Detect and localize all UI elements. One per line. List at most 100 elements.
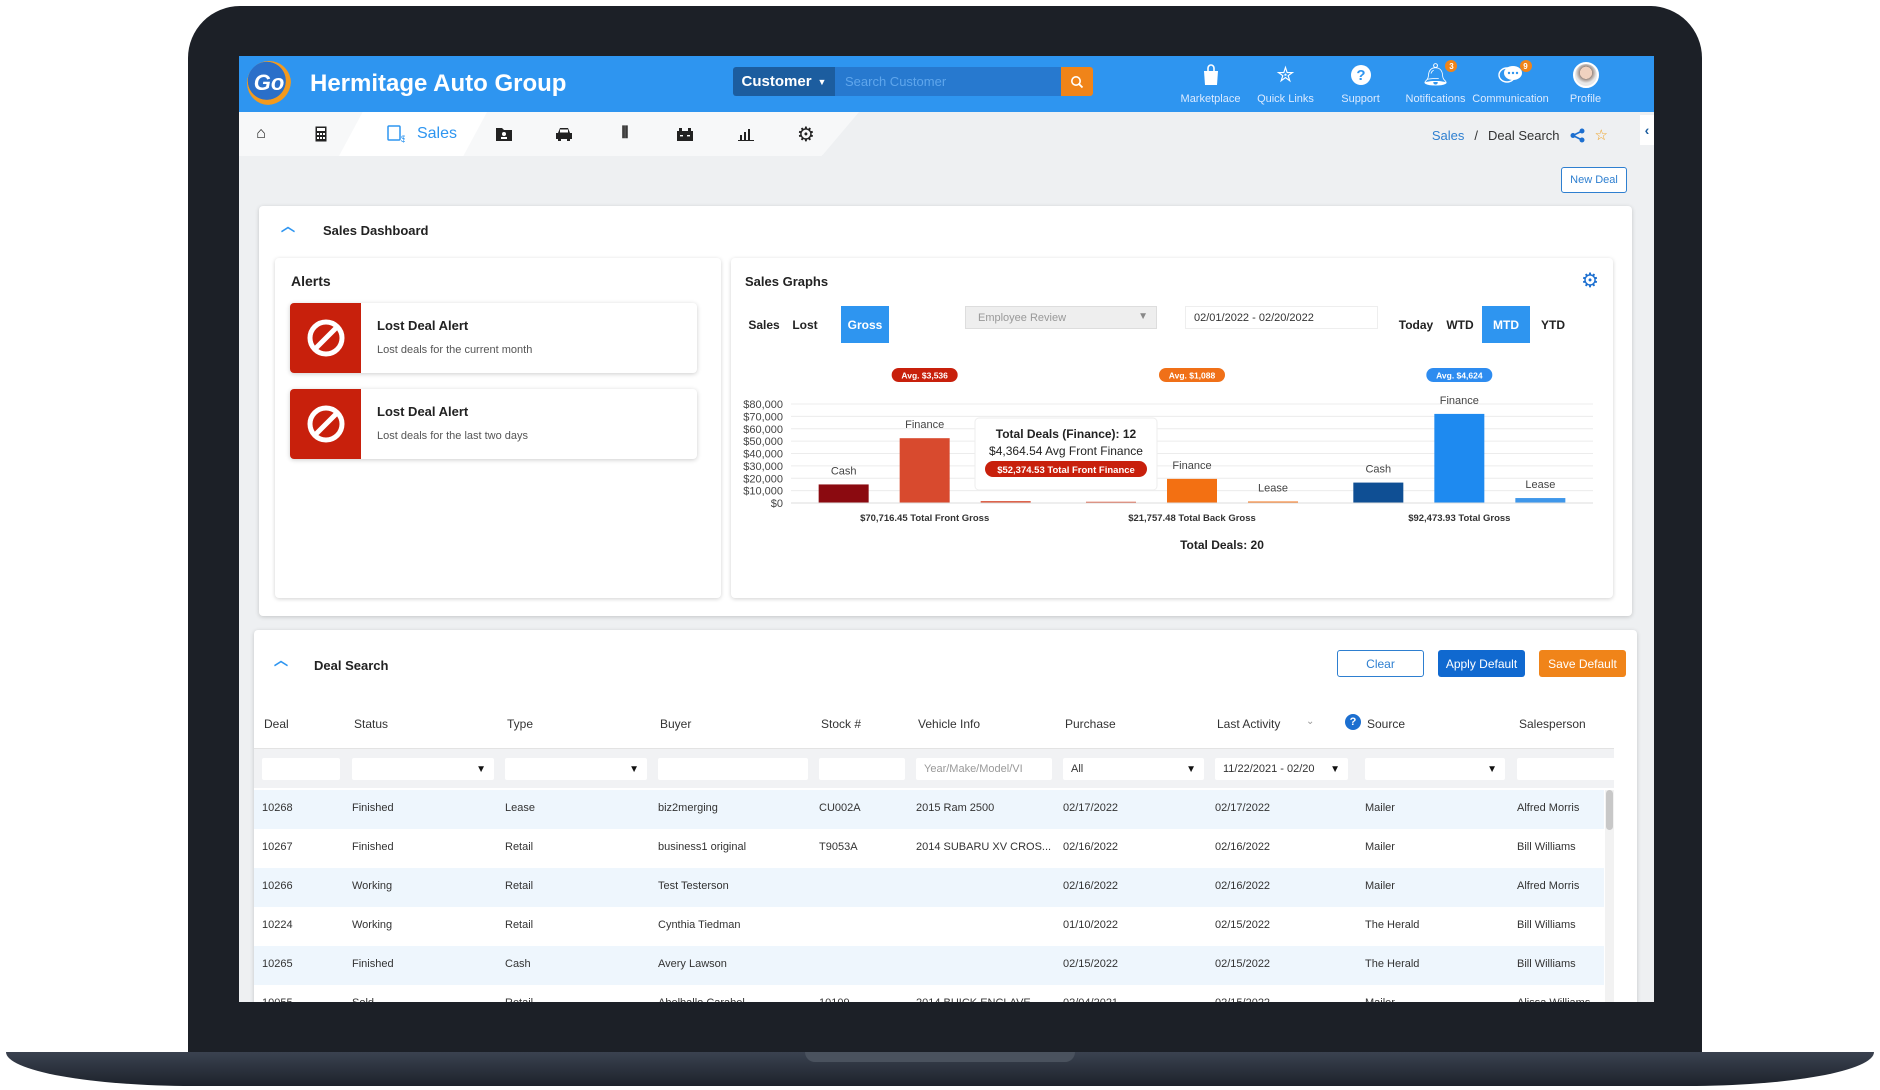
cell-salesperson: Bill Williams [1517, 841, 1576, 853]
avg-badge-label: Avg. $3,536 [901, 371, 948, 381]
collapse-dashboard-chevron-up-icon[interactable]: ︿ [281, 216, 295, 236]
column-header-salesperson[interactable]: Salesperson [1519, 717, 1586, 731]
nav-settings[interactable]: ⚙ [794, 112, 818, 156]
table-scrollbar[interactable] [1605, 790, 1614, 1002]
alert-item[interactable]: Lost Deal Alert Lost deals for the curre… [290, 303, 697, 373]
column-header-purchase[interactable]: Purchase [1065, 717, 1116, 731]
app-screen: Go Hermitage Auto Group Customer ▼ Marke… [239, 56, 1654, 1002]
table-row[interactable]: 10267 Finished Retail business1 original T90… [254, 829, 1604, 868]
share-icon[interactable] [1570, 128, 1585, 143]
breadcrumb: Sales / Deal Search ☆ [1432, 126, 1608, 144]
deal-filter[interactable] [262, 758, 340, 780]
status-filter[interactable]: ▼ [352, 758, 494, 780]
search-icon [1071, 75, 1084, 88]
nav-service[interactable]: ⫴ [613, 112, 637, 156]
sales-graphs-card: Sales Graphs ⚙ Sales Lost Gross Employee… [731, 258, 1613, 598]
table-row[interactable]: 10055 Sold Retail Abelballo Carabel 10109 201… [254, 985, 1604, 1002]
support-button[interactable]: ? Support [1323, 60, 1398, 105]
type-filter[interactable]: ▼ [505, 758, 647, 780]
cell-status: Sold [352, 997, 374, 1002]
column-header-vehicle-info[interactable]: Vehicle Info [918, 717, 980, 731]
tab-lost[interactable]: Lost [789, 306, 821, 343]
column-header-last-activity[interactable]: Last Activity [1217, 717, 1280, 731]
save-default-button[interactable]: Save Default [1539, 650, 1626, 677]
nav-sales-label: Sales [416, 125, 458, 142]
communication-button[interactable]: 9 Communication [1472, 60, 1549, 105]
cell-buyer: Test Testerson [658, 880, 729, 892]
cell-source: Mailer [1365, 880, 1395, 892]
home-icon: ⌂ [256, 125, 266, 142]
support-label: Support [1341, 93, 1380, 105]
purchase-filter[interactable]: All ▼ [1063, 758, 1204, 780]
nav-contacts[interactable] [492, 112, 516, 156]
column-header-stock[interactable]: Stock # [821, 717, 861, 731]
nav-sales[interactable]: $ Sales [377, 112, 467, 156]
total-deals-label: Total Deals: 20 [1180, 538, 1264, 552]
column-header-status[interactable]: Status [354, 717, 388, 731]
marketplace-button[interactable]: Marketplace [1173, 60, 1248, 105]
nav-parts[interactable] [673, 112, 697, 156]
clear-button[interactable]: Clear [1337, 650, 1424, 677]
battery-icon [677, 127, 693, 141]
notifications-button[interactable]: 🔔︎ 3 Notifications [1398, 60, 1473, 105]
salesperson-filter[interactable] [1517, 758, 1617, 780]
nav-vehicles[interactable] [552, 112, 576, 156]
bar-label: Finance [905, 419, 944, 431]
table-row[interactable]: 10268 Finished Lease biz2merging CU002A 2015 … [254, 790, 1604, 829]
avg-badge-label: Avg. $1,088 [1169, 371, 1216, 381]
table-row[interactable]: 10224 Working Retail Cynthia Tiedman 01/10/2… [254, 907, 1604, 946]
search-type-dropdown[interactable]: Customer ▼ [733, 67, 835, 96]
new-deal-button[interactable]: New Deal [1561, 167, 1627, 193]
apply-default-button[interactable]: Apply Default [1438, 650, 1525, 677]
bar-finance [1167, 478, 1217, 503]
column-header-type[interactable]: Type [507, 717, 533, 731]
employee-review-select[interactable]: Employee Review ▼ [965, 306, 1157, 329]
sort-chevron-down-icon[interactable]: ⌄ [1306, 716, 1314, 727]
source-filter[interactable]: ▼ [1365, 758, 1505, 780]
calculator-icon [315, 126, 327, 142]
last-activity-filter[interactable]: 11/22/2021 - 02/20 ▼ [1215, 758, 1348, 780]
favorite-star-icon[interactable]: ☆ [1595, 126, 1608, 144]
nav-reports[interactable] [734, 112, 758, 156]
column-header-buyer[interactable]: Buyer [660, 717, 691, 731]
help-icon[interactable]: ? [1345, 714, 1361, 730]
graph-settings-gear-icon[interactable]: ⚙ [1581, 268, 1599, 293]
cell-purchase: 02/04/2021 [1063, 997, 1118, 1002]
breadcrumb-sales[interactable]: Sales [1432, 128, 1465, 143]
nav-home[interactable]: ⌂ [249, 112, 273, 156]
cell-salesperson: Alissa Williams [1517, 997, 1590, 1002]
bar-label: Cash [1365, 464, 1391, 476]
vehicle-info-filter[interactable]: Year/Make/Model/VI [916, 758, 1052, 780]
search-input[interactable] [835, 67, 1061, 96]
buyer-filter[interactable] [658, 758, 808, 780]
alert-item[interactable]: Lost Deal Alert Lost deals for the last … [290, 389, 697, 459]
search-button[interactable] [1061, 67, 1093, 96]
quick-links-button[interactable]: ✮ Quick Links [1248, 60, 1323, 105]
chevron-left-icon: ‹ [1644, 122, 1650, 138]
cell-vehicle-info: 2014 SUBARU XV CROS... [916, 841, 1052, 853]
collapse-deal-search-chevron-up-icon[interactable]: ︿ [274, 650, 288, 670]
tooltip-total-deals: Total Deals (Finance): 12 [996, 427, 1137, 441]
period-ytd[interactable]: YTD [1535, 306, 1571, 343]
profile-button[interactable]: Profile [1548, 60, 1623, 105]
scroll-thumb[interactable] [1606, 790, 1613, 830]
table-row[interactable]: 10266 Working Retail Test Testerson 02/16/20… [254, 868, 1604, 907]
period-wtd[interactable]: WTD [1443, 306, 1477, 343]
profile-label: Profile [1569, 93, 1602, 105]
dashboard-title: Sales Dashboard [323, 223, 429, 238]
search-type-label: Customer [741, 73, 812, 90]
period-mtd[interactable]: MTD [1482, 306, 1530, 343]
tab-gross[interactable]: Gross [841, 306, 889, 343]
date-range-input[interactable]: 02/01/2022 - 02/20/2022 [1185, 306, 1378, 329]
column-header-source[interactable]: Source [1367, 717, 1405, 731]
tools-icon: ⫴ [621, 125, 629, 142]
app-logo[interactable]: Go [247, 61, 291, 105]
nav-calculator[interactable] [309, 112, 333, 156]
collapse-panel-button[interactable]: ‹ [1640, 115, 1654, 145]
stock-filter[interactable] [819, 758, 905, 780]
y-tick-label: $0 [771, 498, 783, 510]
column-header-deal[interactable]: Deal [264, 717, 289, 731]
period-today[interactable]: Today [1394, 306, 1438, 343]
tab-sales[interactable]: Sales [745, 306, 783, 343]
table-row[interactable]: 10265 Finished Cash Avery Lawson 02/15/2022 0… [254, 946, 1604, 985]
